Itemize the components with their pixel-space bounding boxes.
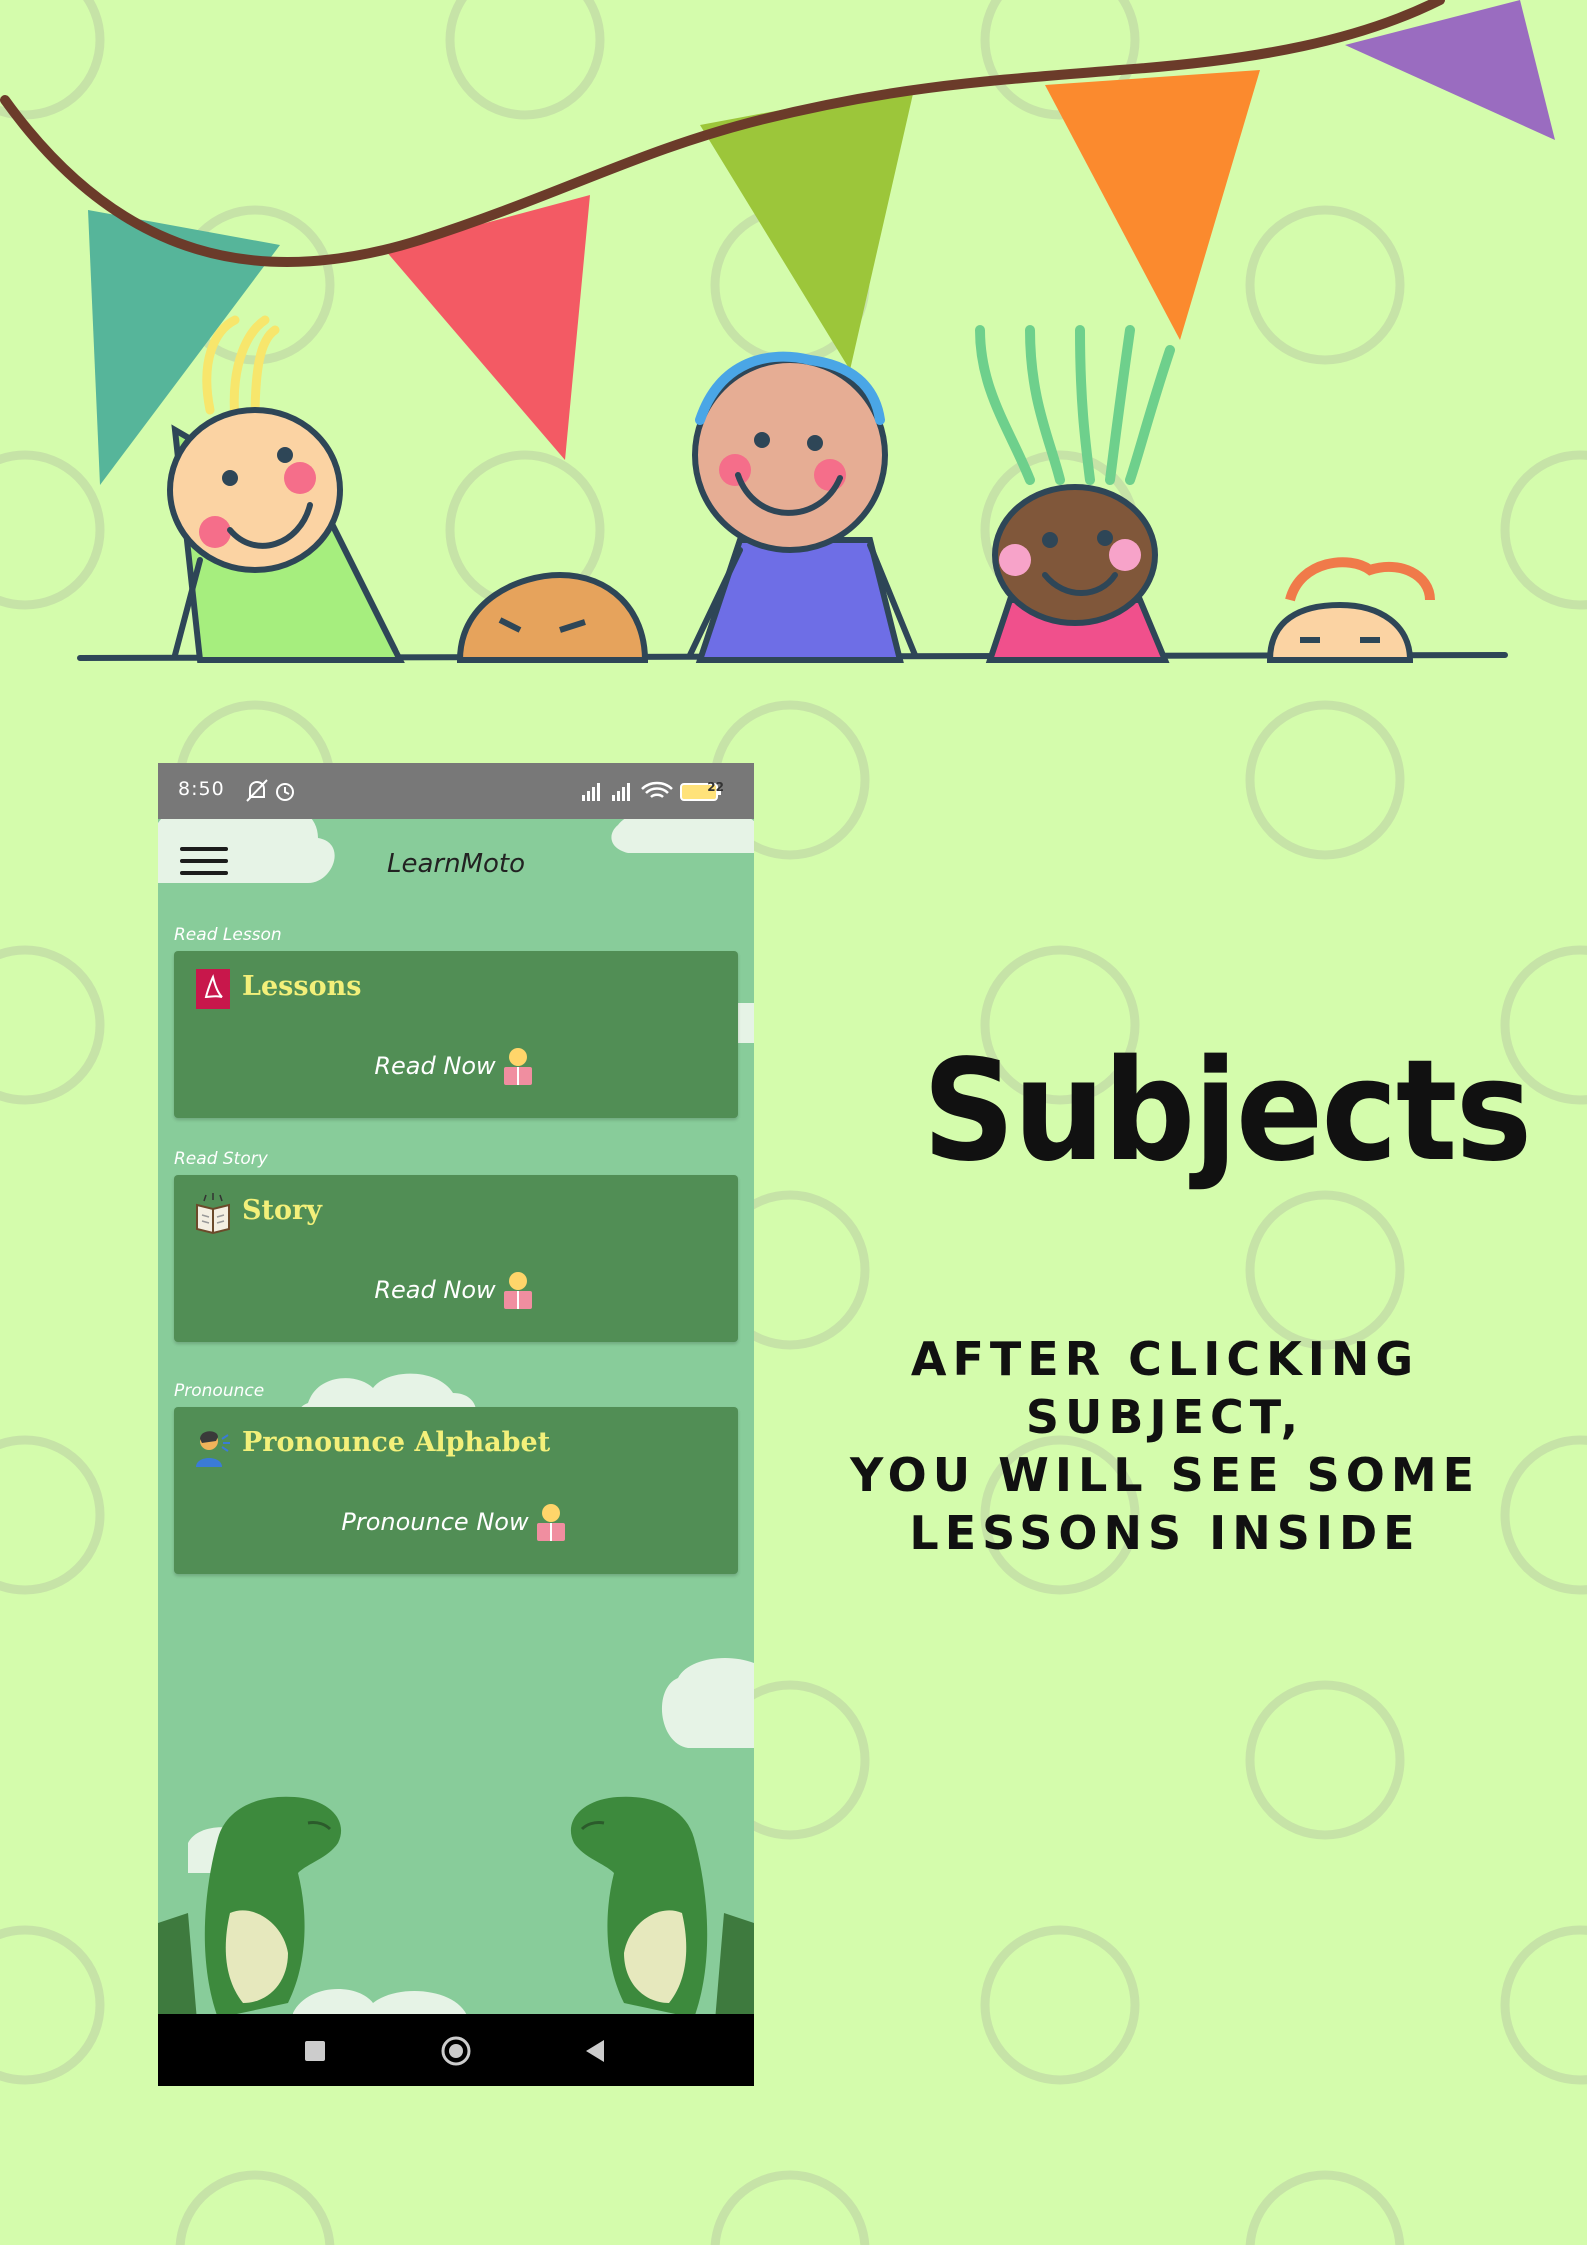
caption-line-2: YOU WILL SEE SOME — [849, 1448, 1481, 1502]
kid-peeking — [456, 571, 649, 663]
pdf-icon — [196, 969, 230, 1009]
page-heading: Subjects — [922, 1030, 1532, 1193]
flag-orange — [1045, 70, 1260, 340]
dinosaur-right — [570, 1796, 754, 2033]
battery-level: 22 — [707, 780, 724, 794]
kid-red-hair — [1266, 557, 1435, 663]
status-time: 8:50 — [178, 778, 225, 800]
back-triangle-icon[interactable] — [578, 2034, 612, 2068]
kid-blonde — [167, 315, 405, 663]
story-card[interactable]: Story Read Now — [174, 1175, 738, 1342]
card-title-pronounce-alphabet: Pronounce Alphabet — [242, 1427, 551, 1458]
mute-alarm-icon — [246, 779, 294, 802]
kid-blue-hair — [687, 351, 918, 663]
reading-child-icon — [503, 1272, 532, 1309]
kids-bunting-illustration — [0, 0, 1555, 663]
home-circle-icon[interactable] — [439, 2034, 473, 2068]
book-icon — [196, 1193, 230, 1235]
kid-green-hair — [975, 325, 1175, 663]
section-label-read-story: Read Story — [174, 1149, 268, 1169]
reading-child-icon — [536, 1504, 565, 1541]
app-title: LearnMoto — [386, 849, 526, 879]
status-bar: 8:50 22 — [158, 763, 754, 819]
pronounce-now-button[interactable]: Pronounce Now — [174, 1501, 738, 1545]
card-title-lessons: Lessons — [242, 971, 362, 1002]
read-now-button[interactable]: Read Now — [174, 1045, 738, 1089]
recents-square-icon[interactable] — [298, 2034, 332, 2068]
read-now-button[interactable]: Read Now — [174, 1269, 738, 1313]
section-label-read-lesson: Read Lesson — [174, 925, 282, 945]
app-bar: LearnMoto — [158, 819, 754, 909]
card-title-story: Story — [242, 1195, 322, 1226]
caption-line-3: LESSONS INSIDE — [909, 1506, 1421, 1560]
section-label-pronounce: Pronounce — [174, 1381, 265, 1401]
pronounce-alphabet-card[interactable]: Pronounce Alphabet Pronounce Now — [174, 1407, 738, 1574]
speaking-person-icon — [196, 1431, 230, 1467]
caption-line-1: AFTER CLICKING SUBJECT, — [910, 1332, 1420, 1444]
android-nav-bar — [158, 2014, 754, 2086]
lessons-card[interactable]: Lessons Read Now — [174, 951, 738, 1118]
caption-text: AFTER CLICKING SUBJECT, YOU WILL SEE SOM… — [770, 1330, 1560, 1562]
cloud-lower-right — [661, 1658, 754, 1748]
reading-child-icon — [503, 1048, 532, 1085]
flag-red — [385, 195, 590, 460]
phone-screenshot: 8:50 22 LearnMoto Read Lesson Lessons Re… — [158, 763, 754, 2086]
